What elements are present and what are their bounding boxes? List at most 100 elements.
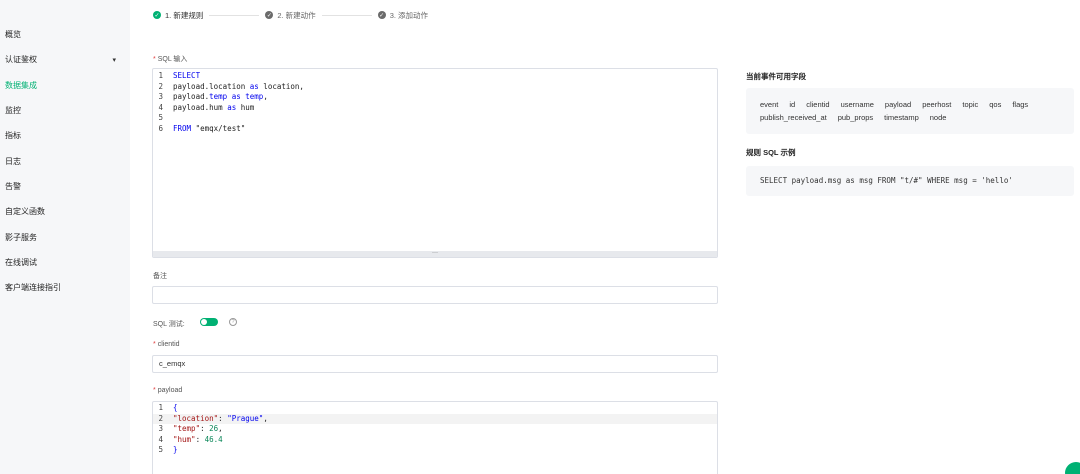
sidebar-item-auth[interactable]: 认证鉴权 ▾ bbox=[5, 54, 120, 65]
field-item: flags bbox=[1012, 100, 1029, 109]
sidebar-item-logs[interactable]: 日志 bbox=[5, 156, 120, 167]
code-token: , bbox=[263, 413, 268, 423]
code-token: payload. bbox=[173, 92, 210, 101]
field-item: timestamp bbox=[884, 113, 919, 122]
code-line: 5} bbox=[153, 445, 717, 456]
code-line: 4 payload.hum as hum bbox=[153, 103, 717, 114]
code-line: 1 SELECT bbox=[153, 71, 717, 82]
help-icon[interactable]: ? bbox=[229, 318, 237, 326]
line-number: 3 bbox=[158, 424, 163, 433]
help-widget-icon[interactable] bbox=[1065, 462, 1080, 474]
clientid-input[interactable]: c_emqx bbox=[152, 355, 718, 373]
sidebar-item-alarms[interactable]: 告警 bbox=[5, 181, 120, 192]
code-token: , bbox=[218, 424, 223, 433]
code-token: , bbox=[263, 92, 268, 101]
code-line: 5 bbox=[153, 113, 717, 124]
field-item: username bbox=[840, 100, 874, 109]
available-fields-title: 当前事件可用字段 bbox=[746, 72, 806, 81]
code-token: : bbox=[200, 424, 210, 433]
sql-input-label: * SQL 输入 bbox=[153, 56, 188, 63]
sidebar-item-custom-functions[interactable]: 自定义函数 bbox=[5, 206, 120, 217]
payload-editor[interactable]: 1{2 "location": "Prague", 3 "temp": 26, 4 "hu… bbox=[152, 401, 718, 474]
step-new-action: ✓ 2. 新建动作 bbox=[265, 10, 316, 20]
code-token: : bbox=[218, 413, 228, 423]
line-number: 1 bbox=[158, 403, 163, 412]
code-line: 3 "temp": 26, bbox=[153, 424, 717, 435]
code-line: 3 payload.temp as temp, bbox=[153, 92, 717, 103]
sidebar-item-monitor[interactable]: 监控 bbox=[5, 105, 120, 116]
code-token: as bbox=[227, 102, 237, 112]
field-item: qos bbox=[989, 100, 1002, 109]
code-text: { bbox=[173, 403, 178, 414]
line-number: 2 bbox=[158, 413, 163, 423]
code-token: payload.hum bbox=[173, 102, 228, 112]
step-add-action: ✓ 3. 添加动作 bbox=[377, 10, 429, 20]
sql-example-title: 规则 SQL 示例 bbox=[746, 148, 796, 157]
sql-test-label: SQL 测试: bbox=[153, 321, 185, 328]
steps: ✓ 1. 新建规则 ✓ 2. 新建动作 ✓ 3. 添加动作 bbox=[153, 8, 428, 22]
field-item: publish_received_at bbox=[760, 113, 827, 122]
line-number: 6 bbox=[158, 123, 163, 133]
line-number: 1 bbox=[158, 71, 163, 80]
sidebar-item-metrics[interactable]: 指标 bbox=[5, 130, 120, 141]
code-text: payload.temp as temp, bbox=[173, 92, 268, 103]
code-token: } bbox=[173, 445, 178, 454]
field-item: topic bbox=[962, 100, 979, 109]
caret-down-icon: ▾ bbox=[112, 56, 116, 64]
note-input[interactable] bbox=[152, 286, 718, 304]
code-token: : bbox=[195, 434, 205, 444]
code-text: SELECT bbox=[173, 71, 200, 82]
code-token: SELECT bbox=[173, 71, 201, 80]
code-text: "temp": 26, bbox=[173, 424, 223, 435]
sidebar: 概览 认证鉴权 ▾ 数据集成 监控 指标 日志 告警 自定义函数 影子服务 在线调… bbox=[0, 0, 130, 474]
code-token: location, bbox=[258, 81, 304, 91]
code-text: "location": "Prague", bbox=[173, 414, 268, 425]
code-line: 2 "location": "Prague", bbox=[153, 413, 717, 425]
editor-resize-handle[interactable]: ··· bbox=[153, 250, 717, 257]
code-text: payload.location as location, bbox=[173, 82, 304, 93]
code-token: temp bbox=[245, 92, 264, 101]
available-fields-box: event id clientid username payload peerhost to… bbox=[746, 88, 1074, 134]
code-token: FROM bbox=[173, 123, 192, 133]
clientid-label: * clientid bbox=[153, 341, 180, 348]
sidebar-item-shadow-service[interactable]: 影子服务 bbox=[5, 232, 120, 243]
line-number: 2 bbox=[158, 81, 163, 91]
sidebar-item-client-guide[interactable]: 客户端连接指引 bbox=[5, 282, 120, 293]
code-text: FROM "emqx/test" bbox=[173, 124, 245, 135]
code-token: as bbox=[249, 81, 259, 91]
field-item: peerhost bbox=[922, 100, 952, 109]
sql-test-toggle[interactable] bbox=[200, 318, 218, 326]
field-item: event bbox=[760, 100, 779, 109]
code-text: } bbox=[173, 445, 178, 456]
line-number: 4 bbox=[158, 102, 163, 112]
code-line: 4 "hum": 46.4 bbox=[153, 435, 717, 446]
sidebar-item-data-integration[interactable]: 数据集成 bbox=[5, 80, 120, 91]
code-text: "hum": 46.4 bbox=[173, 435, 223, 446]
field-item: pub_props bbox=[837, 113, 874, 122]
sql-editor[interactable]: 1 SELECT 2 payload.location as location, 3 pa… bbox=[152, 68, 718, 258]
code-token: 26 bbox=[209, 424, 219, 433]
code-token: "Prague" bbox=[227, 413, 264, 423]
step-new-rule: ✓ 1. 新建规则 bbox=[153, 10, 204, 20]
note-label: 备注 bbox=[153, 273, 167, 280]
code-token: 46.4 bbox=[204, 434, 223, 444]
field-item: payload bbox=[884, 100, 912, 109]
code-token: "temp" bbox=[173, 424, 201, 433]
line-number: 5 bbox=[158, 445, 163, 454]
code-token: as bbox=[231, 92, 241, 101]
code-token: "hum" bbox=[173, 434, 196, 444]
check-icon: ✓ bbox=[153, 11, 161, 19]
code-token: temp bbox=[209, 92, 228, 101]
payload-label: * payload bbox=[153, 387, 183, 394]
code-token: { bbox=[173, 403, 178, 412]
code-token: "emqx/test" bbox=[191, 123, 246, 133]
check-icon: ✓ bbox=[377, 11, 386, 19]
code-text: payload.hum as hum bbox=[173, 103, 254, 114]
code-line: 2 payload.location as location, bbox=[153, 82, 717, 93]
toggle-knob bbox=[201, 319, 207, 325]
field-item: node bbox=[929, 113, 947, 122]
sidebar-item-online-debug[interactable]: 在线调试 bbox=[5, 257, 120, 268]
sidebar-item-overview[interactable]: 概览 bbox=[5, 29, 120, 40]
field-item: clientid bbox=[806, 100, 830, 109]
code-token: "location" bbox=[173, 413, 219, 423]
